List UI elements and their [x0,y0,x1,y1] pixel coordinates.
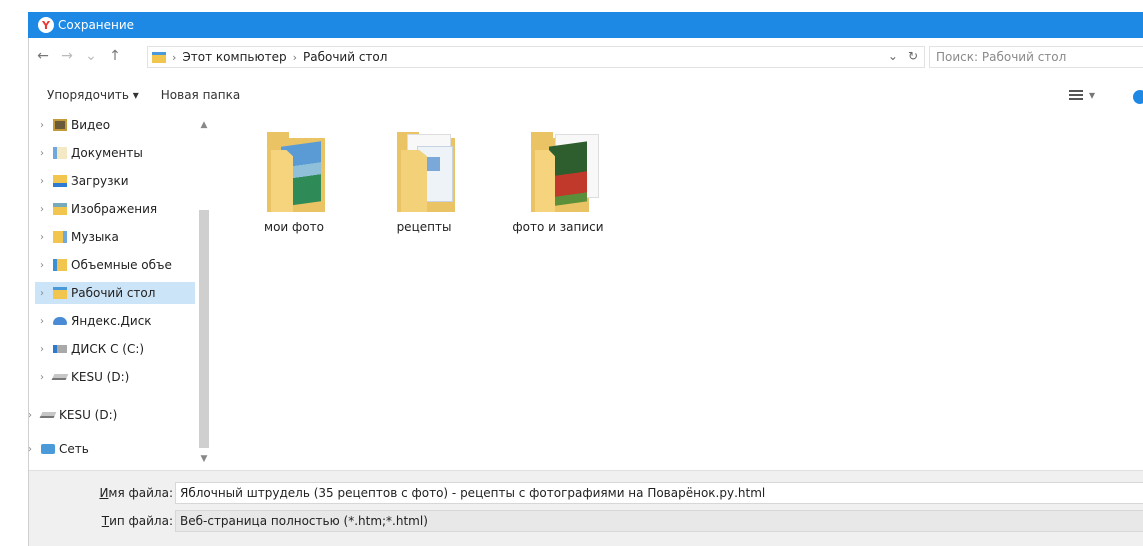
sidebar-item-label: Документы [71,146,143,160]
expand-arrow-icon[interactable]: › [35,372,49,383]
sidebar-item-drive-c[interactable]: › ДИСК С (C:) [35,338,195,360]
new-folder-button[interactable]: Новая папка [161,88,240,102]
address-dropdown-icon[interactable]: ⌄ [888,49,898,63]
folder-name: фото и записи [512,220,604,234]
sidebar-item-label: Музыка [71,230,119,244]
expand-arrow-icon[interactable]: › [23,444,37,455]
filetype-row: Тип файла: Веб-страница полностью (*.htm… [29,509,1143,533]
sidebar-item-label: ДИСК С (C:) [71,342,145,356]
window-title: Сохранение [58,18,135,32]
sidebar-item-label: KESU (D:) [59,408,118,422]
sidebar-item-3d-objects[interactable]: › Объемные объе [35,254,195,276]
folder-name: мои фото [264,220,324,234]
scroll-down-icon[interactable]: ▼ [197,452,211,466]
sidebar-item-desktop[interactable]: › Рабочий стол [35,282,195,304]
sidebar-item-documents[interactable]: › Документы [35,142,195,164]
address-bar[interactable]: › Этот компьютер › Рабочий стол ⌄ ↻ [147,46,925,68]
recent-locations-button[interactable]: ⌄ [81,46,101,66]
back-button[interactable]: ← [33,46,53,66]
yandex-browser-icon: Y [38,17,54,33]
sidebar-item-label: Загрузки [71,174,129,188]
expand-arrow-icon[interactable]: › [23,410,37,421]
sidebar-item-label: KESU (D:) [71,370,130,384]
title-bar: Y Сохранение [28,12,1143,38]
forward-button[interactable]: → [57,46,77,66]
scroll-up-icon[interactable]: ▲ [197,118,211,132]
refresh-icon[interactable]: ↻ [908,49,918,63]
drive-d-icon [39,412,57,418]
expand-arrow-icon[interactable]: › [35,344,49,355]
folder-name: рецепты [396,220,452,234]
sidebar-item-label: Сеть [59,442,89,456]
breadcrumb-desktop[interactable]: Рабочий стол [303,50,387,64]
sidebar-item-drive-d[interactable]: › KESU (D:) [35,366,195,388]
view-options-button[interactable]: ▾ [1069,88,1095,102]
sidebar-item-pictures[interactable]: › Изображения [35,198,195,220]
downloads-folder-icon [53,175,67,187]
folder-photos-icon [267,132,341,212]
breadcrumb-this-pc[interactable]: Этот компьютер [182,50,286,64]
expand-arrow-icon[interactable]: › [35,120,49,131]
sidebar-item-label: Рабочий стол [71,286,156,300]
video-folder-icon [53,119,67,131]
sidebar-scrollbar[interactable]: ▲ ▼ [197,118,211,466]
folder-item-my-photos[interactable]: мои фото [239,114,349,234]
up-button[interactable]: ↑ [105,46,125,66]
expand-arrow-icon[interactable]: › [35,288,49,299]
expand-arrow-icon[interactable]: › [35,176,49,187]
filetype-select[interactable]: Веб-страница полностью (*.htm;*.html) [175,510,1143,532]
filename-label: Имя файла: [99,486,173,500]
file-list: мои фото рецепты фото и записи [213,114,1143,466]
folder-flowers-icon [531,132,605,212]
view-caret-icon: ▾ [1089,88,1096,102]
expand-arrow-icon[interactable]: › [35,260,49,271]
folder-documents-icon [397,132,471,212]
search-input[interactable]: Поиск: Рабочий стол [929,46,1143,68]
save-footer: Имя файла: Яблочный штрудель (35 рецепто… [29,470,1143,546]
navigation-bar: ← → ⌄ ↑ › Этот компьютер › Рабочий стол … [29,38,1143,74]
sidebar-item-video[interactable]: › Видео [35,114,195,136]
filetype-label: Тип файла: [101,514,173,528]
drive-d-icon [51,374,69,380]
scroll-thumb[interactable] [199,210,209,448]
folder-item-recipes[interactable]: рецепты [369,114,479,234]
view-list-icon [1069,90,1083,100]
expand-arrow-icon[interactable]: › [35,232,49,243]
sidebar-item-downloads[interactable]: › Загрузки [35,170,195,192]
sidebar-item-yandex-disk[interactable]: › Яндекс.Диск [35,310,195,332]
sidebar-item-label: Яндекс.Диск [71,314,152,328]
help-icon[interactable] [1133,90,1143,104]
filename-input[interactable]: Яблочный штрудель (35 рецептов с фото) -… [175,482,1143,504]
music-folder-icon [53,231,67,243]
sidebar-item-label: Изображения [71,202,158,216]
drive-c-icon [53,345,67,353]
navigation-pane: › Видео › Документы › Загрузки › Изображ… [28,114,211,466]
3d-objects-folder-icon [53,259,67,271]
yandex-disk-icon [53,317,67,325]
pictures-folder-icon [53,203,67,215]
filename-row: Имя файла: Яблочный штрудель (35 рецепто… [29,481,1143,505]
desktop-folder-icon [152,51,166,63]
organize-button[interactable]: Упорядочить ▾ [47,88,139,102]
expand-arrow-icon[interactable]: › [35,148,49,159]
desktop-folder-icon [53,287,67,299]
toolbar: Упорядочить ▾ Новая папка ▾ [29,80,1143,110]
sidebar-item-label: Видео [71,118,111,132]
expand-arrow-icon[interactable]: › [35,316,49,327]
sidebar-item-music[interactable]: › Музыка [35,226,195,248]
expand-arrow-icon[interactable]: › [35,204,49,215]
sidebar-item-network[interactable]: › Сеть [23,438,195,460]
search-placeholder: Поиск: Рабочий стол [936,50,1067,64]
network-icon [41,444,55,454]
save-dialog: ← → ⌄ ↑ › Этот компьютер › Рабочий стол … [28,38,1143,546]
sidebar-item-drive-d-root[interactable]: › KESU (D:) [23,404,195,426]
sidebar-item-label: Объемные объе [71,258,172,272]
folder-item-photos-and-notes[interactable]: фото и записи [503,114,613,234]
breadcrumb-separator: › [172,50,177,64]
breadcrumb-separator: › [292,50,297,64]
documents-folder-icon [53,147,67,159]
